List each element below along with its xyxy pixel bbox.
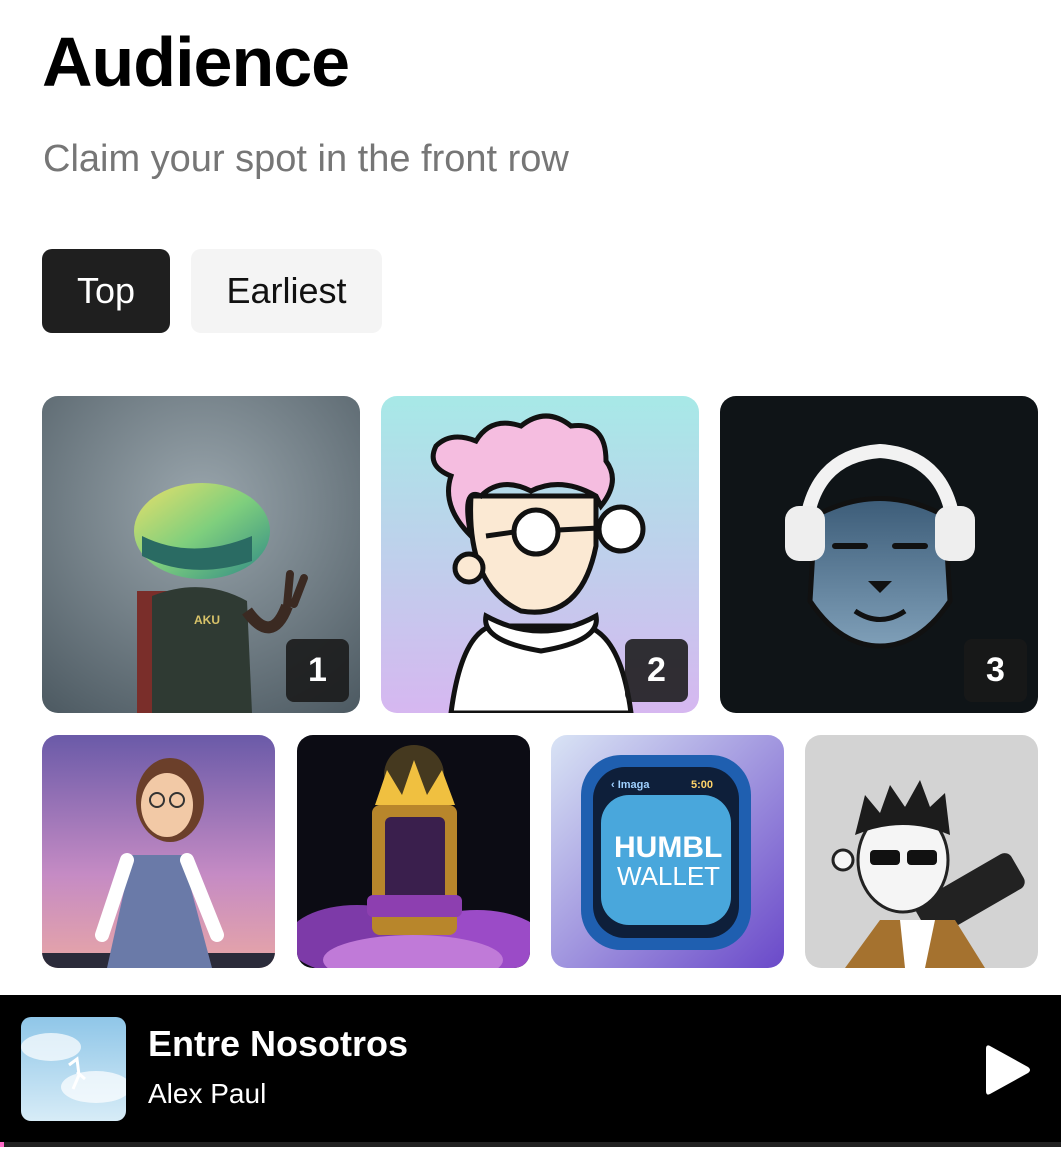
humbl-text: HUMBL bbox=[614, 831, 722, 864]
audience-tile-3[interactable]: 3 bbox=[720, 396, 1038, 713]
play-icon bbox=[986, 1045, 1030, 1095]
svg-text:‹ Imaga: ‹ Imaga bbox=[611, 779, 650, 791]
golden-throne-avatar bbox=[297, 735, 530, 968]
wallet-text: WALLET bbox=[617, 861, 720, 891]
now-playing-bar[interactable]: Entre Nosotros Alex Paul bbox=[0, 995, 1061, 1142]
track-artist[interactable]: Alex Paul bbox=[148, 1077, 266, 1111]
audience-tile-4[interactable] bbox=[42, 735, 275, 968]
svg-text:AKU: AKU bbox=[194, 613, 220, 627]
3d-girl-avatar bbox=[42, 735, 275, 968]
album-cover-image bbox=[21, 1017, 126, 1121]
playback-progress-bar[interactable] bbox=[0, 1142, 1061, 1153]
progress-track bbox=[0, 1142, 1061, 1147]
rank-badge: 3 bbox=[964, 639, 1027, 702]
album-cover bbox=[21, 1017, 126, 1121]
audience-tile-1[interactable]: AKU 1 bbox=[42, 396, 360, 713]
play-button[interactable] bbox=[976, 1040, 1036, 1100]
page-title: Audience bbox=[42, 23, 350, 101]
filter-earliest-button[interactable]: Earliest bbox=[191, 249, 382, 333]
sunglasses-keyboard-avatar bbox=[805, 735, 1038, 968]
filter-top-button[interactable]: Top bbox=[42, 249, 170, 333]
track-title: Entre Nosotros bbox=[148, 1023, 409, 1064]
audience-tile-2[interactable]: 2 bbox=[381, 396, 699, 713]
svg-text:5:00: 5:00 bbox=[691, 779, 713, 791]
page-subtitle: Claim your spot in the front row bbox=[43, 138, 569, 180]
audience-tile-6[interactable]: ‹ Imaga 5:00 HUMBL WALLET bbox=[551, 735, 784, 968]
audience-tile-5[interactable] bbox=[297, 735, 530, 968]
rank-badge: 1 bbox=[286, 639, 349, 702]
smartwatch-wallet-avatar: ‹ Imaga 5:00 HUMBL WALLET bbox=[551, 735, 784, 968]
rank-badge: 2 bbox=[625, 639, 688, 702]
progress-fill bbox=[0, 1142, 4, 1147]
audience-tile-7[interactable] bbox=[805, 735, 1038, 968]
